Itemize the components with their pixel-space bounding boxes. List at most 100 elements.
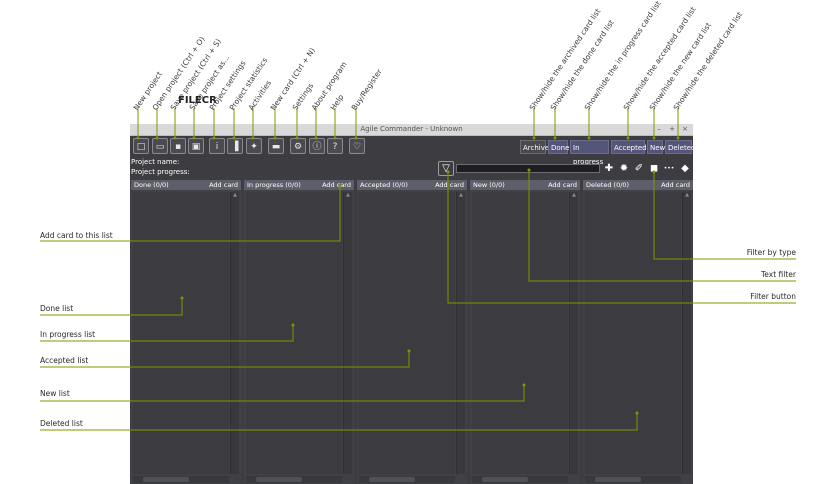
settings-button[interactable]: ⚙ — [290, 138, 306, 154]
new-card-button[interactable]: ▬ — [268, 138, 284, 154]
list-body[interactable] — [133, 192, 229, 474]
project-settings-button[interactable]: i — [209, 138, 225, 154]
list-header: Deleted (0/0) Add card — [583, 180, 693, 190]
annotation-in-progress-list: In progress list — [40, 330, 96, 339]
toggle-done-button[interactable]: Done — [548, 140, 569, 154]
new-card-icon: ▬ — [271, 142, 281, 152]
toggle-deleted-button[interactable]: Deleted — [665, 140, 695, 154]
scroll-thumb[interactable] — [256, 477, 302, 482]
list-body[interactable] — [472, 192, 568, 474]
annotation-buy-register: Buy/Register — [349, 67, 384, 112]
add-card-button[interactable]: Add card — [548, 180, 577, 190]
annotation-accepted-list: Accepted list — [40, 356, 89, 365]
vertical-scrollbar[interactable]: ▲ — [569, 192, 578, 474]
list-title: Accepted (0/0) — [360, 181, 408, 189]
deleted-list: Deleted (0/0) Add card ▲ — [583, 180, 693, 484]
settings-icon: i — [215, 142, 219, 152]
title-bar: Agile Commander - Unknown – + × — [130, 124, 693, 136]
new-project-button[interactable]: □ — [133, 138, 149, 154]
scroll-thumb[interactable] — [143, 477, 189, 482]
horizontal-scrollbar[interactable] — [246, 476, 342, 483]
annotation-deleted-list: Deleted list — [40, 419, 83, 428]
save-icon: ▪ — [174, 142, 182, 152]
ellipsis-icon: ••• — [663, 165, 675, 172]
scroll-thumb[interactable] — [482, 477, 528, 482]
horizontal-scrollbar[interactable] — [585, 476, 681, 483]
list-header: In progress (0/0) Add card — [244, 180, 354, 190]
vertical-scrollbar[interactable]: ▲ — [343, 192, 352, 474]
open-folder-icon: ▭ — [155, 142, 165, 152]
scroll-thumb[interactable] — [369, 477, 415, 482]
minimize-button[interactable]: – — [654, 124, 664, 135]
toggle-archive-button[interactable]: Archive — [520, 140, 549, 154]
bug-icon: ✹ — [619, 163, 629, 174]
funnel-icon: ▽ — [442, 163, 450, 174]
in-progress-list: In progress (0/0) Add card ▲ — [244, 180, 354, 484]
filter-type-other[interactable]: ◼ — [647, 162, 661, 176]
list-body[interactable] — [246, 192, 342, 474]
maximize-button[interactable]: + — [667, 124, 677, 135]
save-project-as-button[interactable]: ▣ — [188, 138, 204, 154]
filter-button[interactable]: ▽ — [438, 161, 454, 176]
scroll-thumb[interactable] — [595, 477, 641, 482]
square-icon: ◼ — [649, 163, 659, 174]
vertical-scrollbar[interactable]: ▲ — [456, 192, 465, 474]
annotation-text-filter: Text filter — [761, 270, 796, 279]
toggle-in-progress-button[interactable]: In progress — [570, 140, 609, 166]
vertical-scrollbar[interactable]: ▲ — [682, 192, 691, 474]
new-file-icon: □ — [136, 142, 146, 152]
list-body[interactable] — [359, 192, 455, 474]
add-card-button[interactable]: Add card — [661, 180, 690, 190]
list-title: Deleted (0/0) — [586, 181, 630, 189]
about-button[interactable]: ⓘ — [309, 138, 325, 154]
annotation-add-card: Add card to this list — [40, 231, 113, 240]
done-list: Done (0/0) Add card ▲ — [131, 180, 241, 484]
new-list: New (0/0) Add card ▲ — [470, 180, 580, 484]
text-filter-input[interactable] — [456, 164, 600, 173]
window-title: Agile Commander - Unknown — [360, 125, 463, 133]
main-toolbar: □ ▭ ▪ ▣ i ▐ ✦ ▬ ⚙ ⓘ ? ♡ Archive Done In … — [130, 136, 695, 166]
project-statistics-button[interactable]: ▐ — [227, 138, 243, 154]
help-icon: ? — [332, 142, 338, 152]
statistics-icon: ▐ — [231, 142, 239, 152]
horizontal-scrollbar[interactable] — [133, 476, 229, 483]
vertical-scrollbar[interactable]: ▲ — [230, 192, 239, 474]
filter-type-more[interactable]: ••• — [662, 162, 676, 176]
diamond-icon: ◆ — [681, 163, 689, 174]
filter-type-diamond[interactable]: ◆ — [678, 162, 692, 176]
filter-type-feature[interactable]: ✚ — [602, 162, 616, 176]
save-as-icon: ▣ — [191, 142, 201, 152]
add-card-button[interactable]: Add card — [435, 180, 464, 190]
open-project-button[interactable]: ▭ — [152, 138, 168, 154]
annotation-filter-by-type: Filter by type — [746, 248, 796, 257]
horizontal-scrollbar[interactable] — [472, 476, 568, 483]
list-header: New (0/0) Add card — [470, 180, 580, 190]
activities-button[interactable]: ✦ — [246, 138, 262, 154]
annotation-new-list: New list — [40, 389, 70, 398]
toggle-accepted-button[interactable]: Accepted — [611, 140, 647, 154]
app-window: Agile Commander - Unknown – + × □ ▭ ▪ ▣ … — [130, 124, 695, 484]
accepted-list: Accepted (0/0) Add card ▲ — [357, 180, 467, 484]
settings-gear-icon: ⚙ — [293, 142, 303, 152]
save-project-button[interactable]: ▪ — [170, 138, 186, 154]
buy-register-icon: ♡ — [352, 142, 362, 152]
wrench-icon: ✐ — [634, 163, 644, 174]
filter-type-task[interactable]: ✐ — [632, 162, 646, 176]
list-title: New (0/0) — [473, 181, 505, 189]
list-title: In progress (0/0) — [247, 181, 301, 189]
close-button[interactable]: × — [680, 124, 690, 135]
list-body[interactable] — [585, 192, 681, 474]
add-card-button[interactable]: Add card — [322, 180, 351, 190]
plus-icon: ✚ — [604, 163, 614, 174]
annotation-help: Help — [328, 92, 346, 112]
buy-register-button[interactable]: ♡ — [349, 138, 365, 154]
toggle-new-button[interactable]: New — [647, 140, 665, 154]
list-header: Accepted (0/0) Add card — [357, 180, 467, 190]
project-progress-label: Project progress: — [131, 168, 190, 176]
filter-type-bug[interactable]: ✹ — [617, 162, 631, 176]
annotation-done-list: Done list — [40, 304, 74, 313]
help-button[interactable]: ? — [327, 138, 343, 154]
list-header: Done (0/0) Add card — [131, 180, 241, 190]
horizontal-scrollbar[interactable] — [359, 476, 455, 483]
add-card-button[interactable]: Add card — [209, 180, 238, 190]
